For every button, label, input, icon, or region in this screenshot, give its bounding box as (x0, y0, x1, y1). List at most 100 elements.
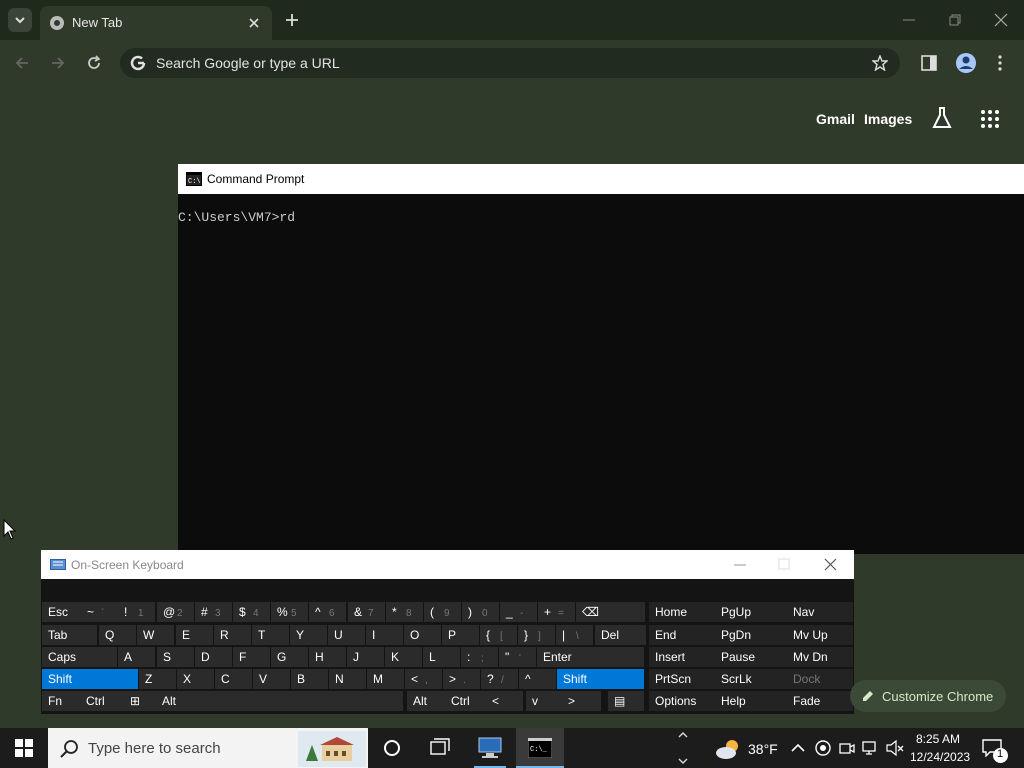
osk-key[interactable]: * 8 (386, 602, 423, 622)
taskbar-app-network[interactable] (468, 728, 512, 768)
osk-nav-key[interactable]: ScrLk (715, 669, 787, 689)
osk-nav-key[interactable]: PgDn (715, 625, 787, 645)
osk-nav-key[interactable]: Mv Dn (787, 647, 853, 667)
osk-nav-key[interactable]: Fade (787, 691, 853, 711)
osk-key[interactable]: L (423, 647, 460, 667)
osk-key[interactable]: ! 1 (118, 602, 155, 622)
back-icon[interactable] (14, 55, 30, 71)
osk-key[interactable]: ? / (481, 669, 518, 689)
osk-key[interactable]: Del (595, 625, 646, 645)
close-window-icon[interactable] (994, 13, 1008, 27)
osk-key[interactable]: Ctrl (445, 691, 486, 711)
customize-chrome-button[interactable]: Customize Chrome (850, 680, 1006, 712)
osk-key[interactable]: Caps (42, 647, 117, 667)
osk-key[interactable]: > (562, 691, 601, 711)
osk-key[interactable]: ) 0 (462, 602, 499, 622)
osk-key[interactable]: Q (99, 625, 136, 645)
osk-nav-key[interactable]: PrtScn (649, 669, 717, 689)
close-tab-icon[interactable] (248, 17, 260, 29)
osk-nav-key[interactable]: Help (715, 691, 787, 711)
windows-start-icon[interactable] (15, 739, 33, 757)
osk-key[interactable]: Shift (42, 669, 138, 689)
cmd-title-bar[interactable]: C:\ Command Prompt (178, 164, 1024, 194)
osk-key[interactable]: _ - (500, 602, 537, 622)
notification-center[interactable]: 1 (980, 736, 1010, 764)
osk-key[interactable]: <, (405, 669, 442, 689)
osk-key[interactable]: Ctrl (80, 691, 125, 711)
osk-key[interactable]: E (176, 625, 213, 645)
osk-key[interactable]: M (367, 669, 404, 689)
osk-key[interactable]: @2 (157, 602, 194, 622)
osk-key[interactable]: ~ ` (81, 602, 118, 622)
taskbar-app-cmd[interactable]: C:\_ (516, 728, 564, 768)
osk-key[interactable]: P (442, 625, 479, 645)
osk-key[interactable]: N (329, 669, 366, 689)
apps-grid-icon[interactable] (980, 109, 1000, 129)
osk-key[interactable]: I (366, 625, 403, 645)
osk-nav-key[interactable]: Insert (649, 647, 717, 667)
osk-key[interactable]: O (404, 625, 441, 645)
osk-nav-key[interactable]: Nav (787, 602, 853, 622)
osk-key[interactable]: ⌫ (576, 602, 645, 622)
osk-nav-key[interactable]: Mv Up (787, 625, 853, 645)
osk-key[interactable]: ^ 6 (309, 602, 346, 622)
osk-key[interactable]: W (137, 625, 174, 645)
osk-key[interactable]: Esc (42, 602, 86, 622)
osk-key[interactable]: Alt (156, 691, 207, 711)
task-view-icon[interactable] (429, 738, 451, 758)
volume-muted-icon[interactable] (886, 740, 904, 756)
osk-key[interactable]: C (215, 669, 252, 689)
osk-key[interactable]: " ' (499, 647, 536, 667)
osk-key[interactable]: Alt (407, 691, 450, 711)
osk-key[interactable]: | \ (556, 625, 593, 645)
osk-key[interactable]: A (118, 647, 155, 667)
on-screen-keyboard[interactable]: On-Screen Keyboard Esc ~ `! 1 @2 #3 $4% 5 ^ 6 & 7 * 8… (41, 550, 854, 714)
osk-key[interactable]: Tab (42, 625, 97, 645)
osk-nav-key[interactable]: Options (649, 691, 717, 711)
side-panel-icon[interactable] (920, 54, 938, 72)
network-tray-icon[interactable] (862, 740, 880, 756)
osk-nav-key[interactable]: Home (649, 602, 717, 622)
camera-icon[interactable] (839, 740, 855, 756)
osk-key[interactable]: D (195, 647, 232, 667)
osk-key[interactable]: U (328, 625, 365, 645)
osk-key[interactable]: J (347, 647, 384, 667)
osk-key[interactable]: }] (518, 625, 555, 645)
new-tab-icon[interactable] (284, 12, 300, 28)
clock-date[interactable]: 12/24/2023 (910, 750, 970, 764)
menu-icon[interactable] (996, 54, 1004, 72)
osk-key[interactable]: R (214, 625, 251, 645)
osk-key[interactable]: S (157, 647, 194, 667)
bookmark-star-icon[interactable] (872, 55, 888, 71)
osk-key[interactable]: B (291, 669, 328, 689)
osk-key[interactable]: H (309, 647, 346, 667)
osk-key[interactable]: >. (443, 669, 480, 689)
tab-search-button[interactable] (8, 8, 32, 32)
osk-key[interactable]: X (177, 669, 214, 689)
osk-key[interactable]: V (253, 669, 290, 689)
minimize-icon[interactable] (902, 14, 916, 26)
gmail-link[interactable]: Gmail (816, 111, 855, 127)
cmd-input-line[interactable]: C:\Users\VM7>rd (178, 210, 295, 225)
meet-now-icon[interactable] (815, 740, 831, 756)
osk-key[interactable]: (9 (424, 602, 461, 622)
osk-key[interactable]: ^ (519, 669, 556, 689)
command-prompt-window[interactable]: C:\ Command Prompt C:\Users\VM7>rd (178, 164, 1024, 554)
weather-cloudy-icon[interactable] (714, 738, 742, 760)
tab-new-tab[interactable]: New Tab (40, 6, 272, 40)
osk-key[interactable] (204, 691, 403, 711)
osk-key[interactable]: T (252, 625, 289, 645)
osk-key[interactable]: Z (139, 669, 176, 689)
reload-icon[interactable] (86, 55, 102, 71)
osk-nav-key[interactable]: PgUp (715, 602, 787, 622)
omnibox[interactable]: Search Google or type a URL (120, 48, 900, 78)
taskbar-scroll-icon[interactable] (677, 730, 689, 766)
clock-time[interactable]: 8:25 AM (916, 732, 960, 746)
osk-key[interactable]: ▤ (608, 691, 644, 711)
forward-icon[interactable] (50, 55, 66, 71)
images-link[interactable]: Images (864, 111, 912, 127)
osk-key[interactable]: F (233, 647, 270, 667)
labs-flask-icon[interactable] (931, 106, 953, 130)
osk-key[interactable]: + = (538, 602, 575, 622)
osk-key[interactable]: #3 (195, 602, 232, 622)
